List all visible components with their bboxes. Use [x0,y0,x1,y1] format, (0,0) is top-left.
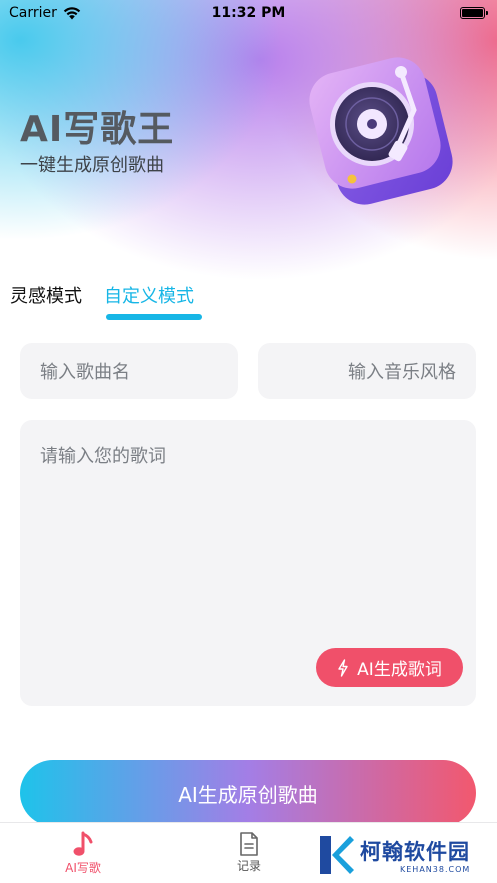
ai-generate-lyrics-label: AI生成歌词 [357,660,442,680]
app-subtitle: 一键生成原创歌曲 [20,155,164,176]
battery-icon [460,7,488,19]
kehan-logo-icon [320,836,354,874]
generate-song-button[interactable]: AI生成原创歌曲 [20,760,476,826]
tab-inspiration-mode[interactable]: 灵感模式 [10,282,82,308]
record-player-icon [309,57,453,205]
ai-generate-lyrics-button[interactable]: AI生成歌词 [316,648,463,687]
document-icon [240,832,258,856]
watermark-name: 柯翰软件园 [360,840,470,864]
song-name-input[interactable]: 输入歌曲名 [20,343,238,399]
tabbar-item-records[interactable]: 记录 [224,831,274,874]
status-bar: Carrier 11:32 PM [0,0,497,26]
tabbar-item-ai-write[interactable]: AI写歌 [58,831,108,876]
tabbar-label-records: 记录 [236,859,261,873]
app-title: AI写歌王 [20,109,175,150]
status-time: 11:32 PM [211,5,286,21]
watermark: 柯翰软件园 KEHAN38.COM [318,830,488,880]
lightning-icon [338,658,348,677]
tab-custom-mode[interactable]: 自定义模式 [104,282,194,308]
tabbar-label-ai-write: AI写歌 [65,861,101,875]
watermark-url: KEHAN38.COM [400,865,471,874]
mode-tabs: 灵感模式 自定义模式 [10,282,194,308]
active-tab-indicator [106,314,202,320]
music-style-input[interactable]: 输入音乐风格 [258,343,476,399]
generate-song-label: AI生成原创歌曲 [178,782,318,807]
music-note-icon [73,831,93,856]
